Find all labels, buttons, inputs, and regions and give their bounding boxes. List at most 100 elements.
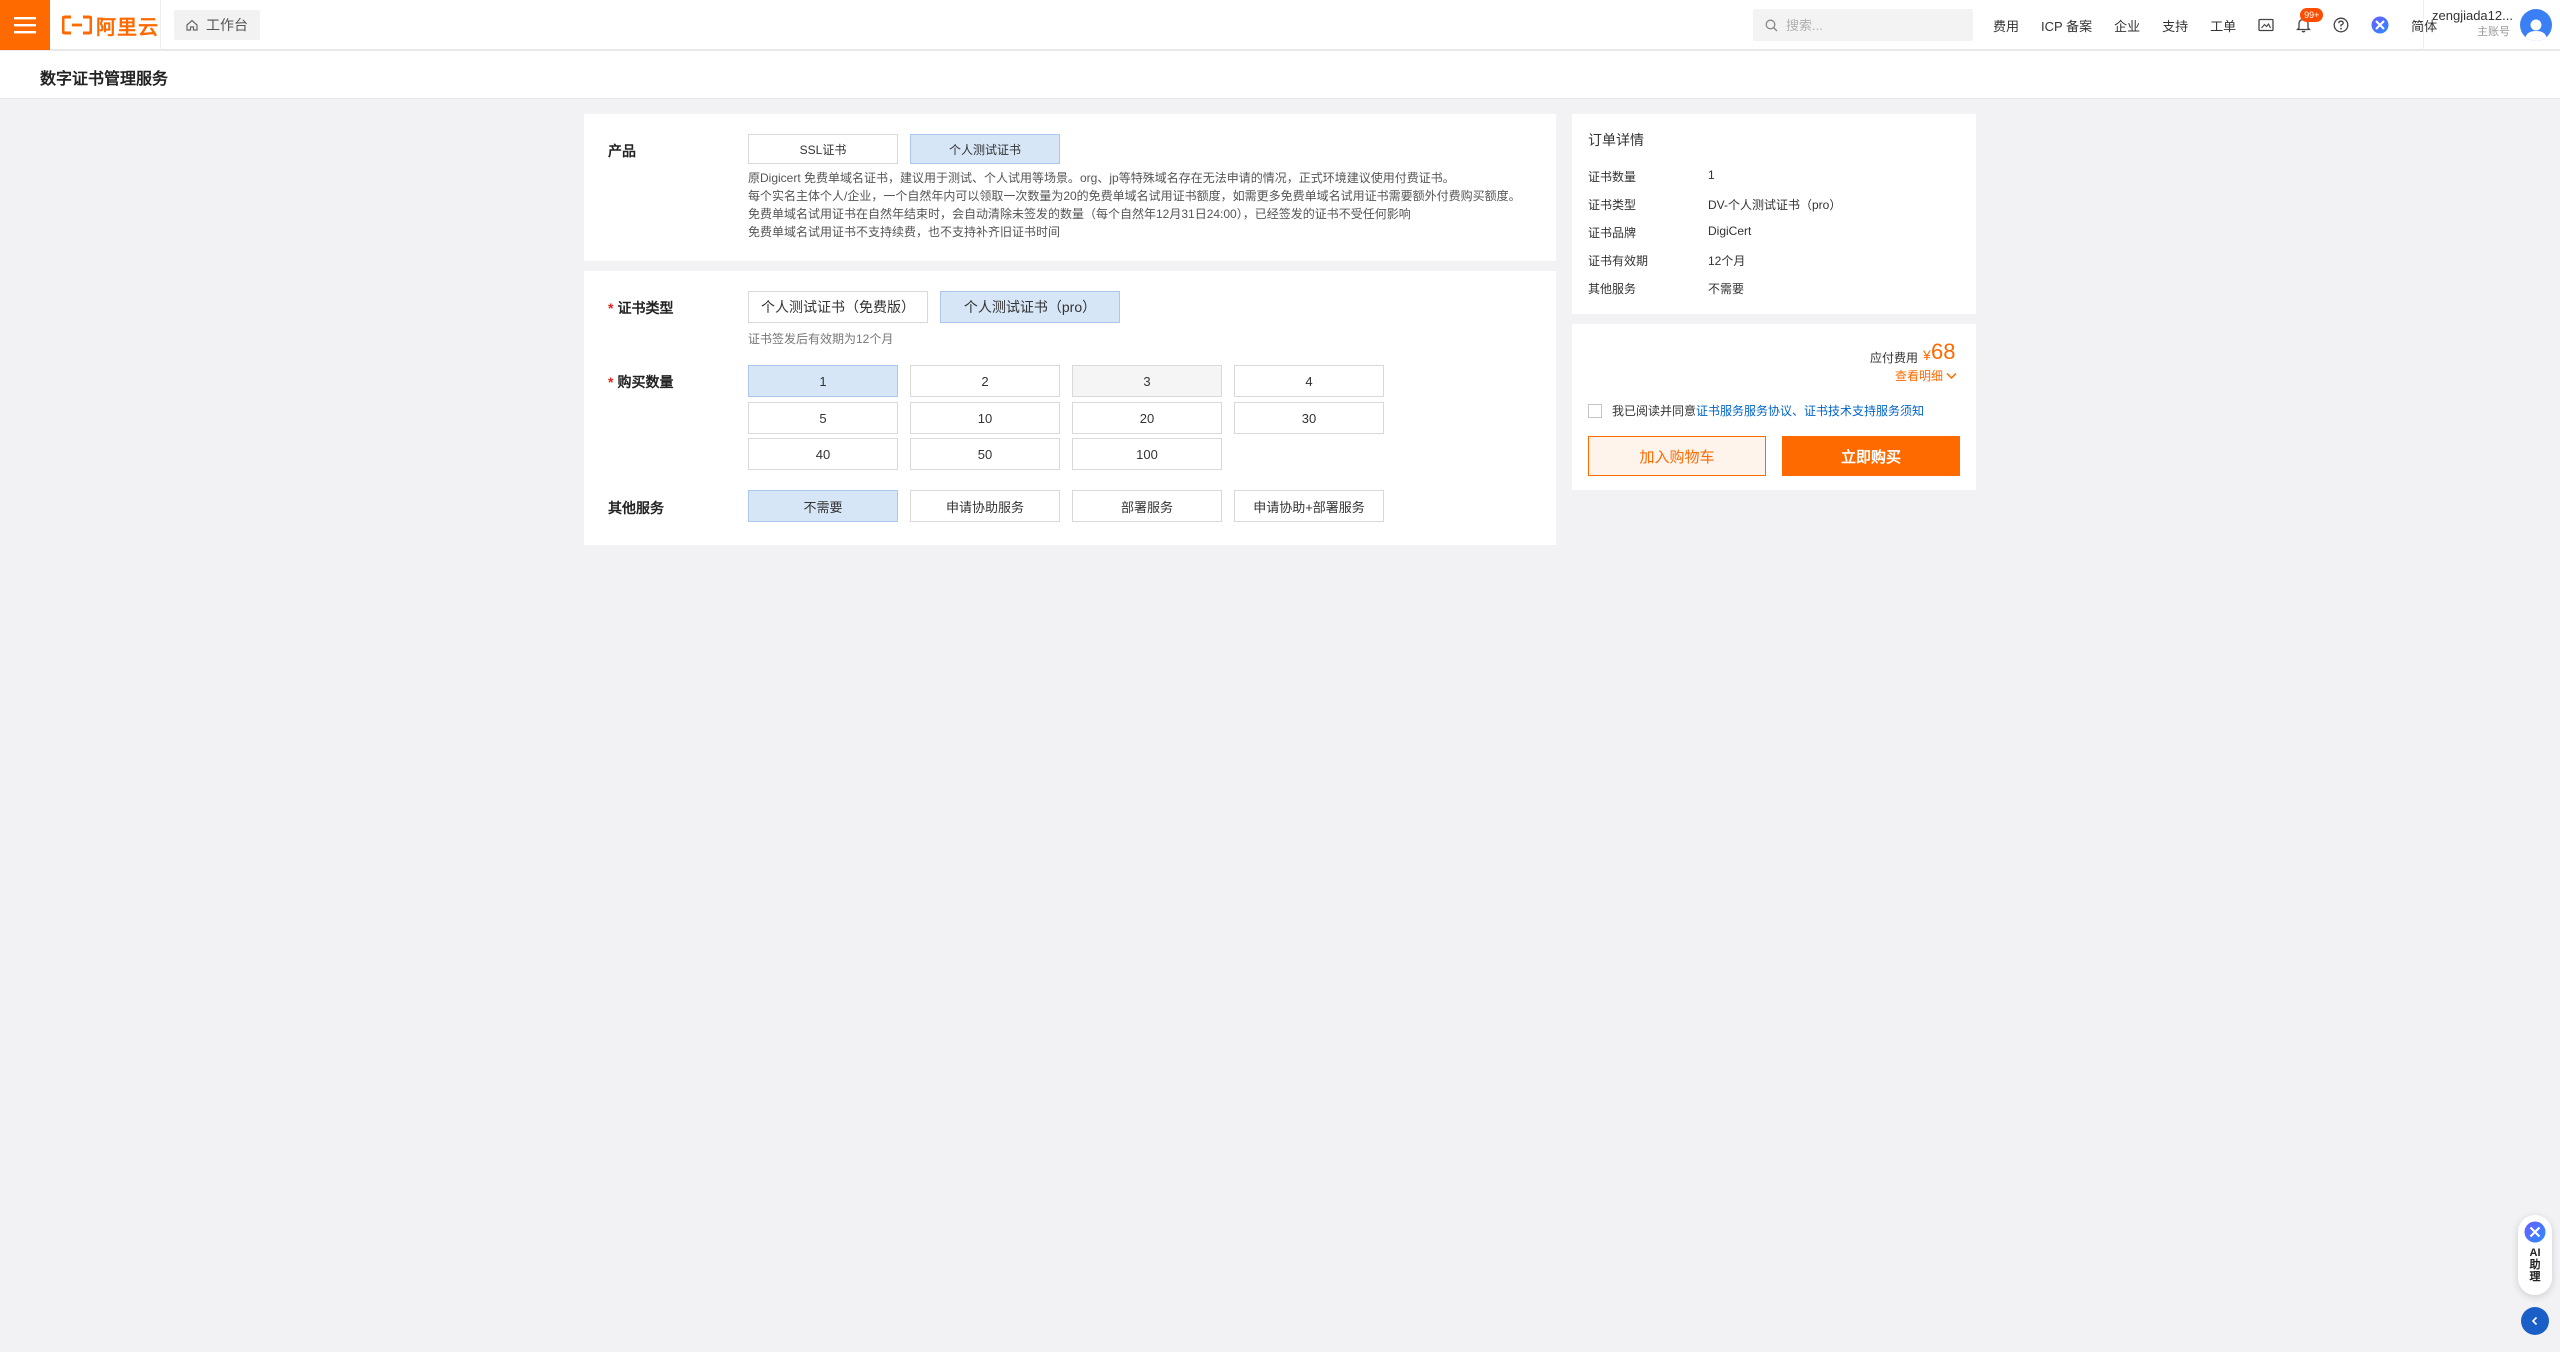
- nav-enterprise[interactable]: 企业: [2114, 16, 2140, 35]
- order-row-key: 证书品牌: [1588, 226, 1637, 240]
- product-option-personal-test[interactable]: 个人测试证书: [910, 134, 1060, 164]
- search-input[interactable]: [1786, 17, 1956, 33]
- order-row: 其他服务 不需要: [1588, 280, 1744, 297]
- service-option-none[interactable]: 不需要: [748, 490, 898, 522]
- quantity-option[interactable]: 30: [1234, 402, 1384, 434]
- page-title: 数字证书管理服务: [40, 71, 169, 88]
- quantity-option[interactable]: 20: [1072, 402, 1222, 434]
- product-description-line: 免费单域名试用证书在自然年结束时，会自动清除未签发的数量（每个自然年12月31日…: [748, 207, 1411, 221]
- order-row: 证书有效期 12个月: [1588, 252, 1745, 269]
- hamburger-icon: [14, 17, 36, 34]
- order-row: 证书品牌 DigiCert: [1588, 224, 1751, 241]
- message-button[interactable]: [2258, 18, 2274, 32]
- top-navigation-bar: 阿里云 工作台 费用 ICP 备案 企业 支持 工单: [0, 0, 2560, 50]
- notification-badge: 99+: [2300, 8, 2324, 22]
- workbench-button[interactable]: 工作台: [174, 10, 260, 40]
- product-label: 产品: [608, 143, 636, 159]
- help-icon: [2333, 17, 2349, 33]
- payment-label: 应付费用: [1870, 351, 1919, 365]
- other-service-label: 其他服务: [608, 500, 664, 516]
- nav-support[interactable]: 支持: [2162, 16, 2188, 35]
- divider: [2423, 0, 2424, 50]
- agreement-checkbox[interactable]: [1588, 403, 1602, 418]
- quantity-option[interactable]: 40: [748, 438, 898, 470]
- quantity-label: * 购买数量: [608, 372, 673, 392]
- quantity-option[interactable]: 5: [748, 402, 898, 434]
- divider: [160, 0, 161, 50]
- help-button[interactable]: [2333, 17, 2349, 33]
- quantity-option[interactable]: 2: [910, 365, 1060, 397]
- product-description-line: 每个实名主体个人/企业，一个自然年内可以领取一次数量为20的免费单域名试用证书额…: [748, 189, 1521, 203]
- workbench-label: 工作台: [206, 17, 248, 33]
- quantity-option[interactable]: 3: [1072, 365, 1222, 397]
- nav-icp[interactable]: ICP 备案: [2041, 16, 2092, 35]
- order-row: 证书类型 DV-个人测试证书（pro）: [1588, 196, 1841, 213]
- user-avatar-icon: [2525, 19, 2547, 41]
- chevron-down-icon: [1946, 372, 1957, 379]
- view-detail-link[interactable]: 查看明细: [1895, 367, 1957, 384]
- product-option-ssl[interactable]: SSL证书: [748, 134, 898, 164]
- order-row-value: DigiCert: [1708, 224, 1752, 238]
- support-notice-link[interactable]: 证书技术支持服务须知: [1804, 402, 1924, 419]
- buy-now-button[interactable]: 立即购买: [1782, 436, 1960, 476]
- service-agreement-link[interactable]: 证书服务服务协议: [1696, 402, 1792, 419]
- required-mark: *: [608, 374, 614, 390]
- quantity-option[interactable]: 100: [1072, 438, 1222, 470]
- aliyun-logo[interactable]: 阿里云: [62, 12, 159, 39]
- quantity-option[interactable]: 1: [748, 365, 898, 397]
- collapse-button[interactable]: [2521, 1307, 2549, 1335]
- logo-text: 阿里云: [96, 16, 159, 39]
- home-icon: [186, 19, 198, 31]
- product-description-line: 免费单域名试用证书不支持续费，也不支持补齐旧证书时间: [748, 225, 1061, 239]
- order-row-key: 证书有效期: [1588, 254, 1649, 268]
- cert-type-option-pro[interactable]: 个人测试证书（pro）: [940, 291, 1120, 323]
- cert-type-label: * 证书类型: [608, 298, 673, 318]
- menu-button[interactable]: [0, 0, 50, 50]
- quantity-option[interactable]: 10: [910, 402, 1060, 434]
- aliyun-logo-icon: [62, 15, 92, 35]
- order-row-key: 证书数量: [1588, 170, 1637, 184]
- ai-copilot-icon: [2371, 16, 2389, 34]
- add-to-cart-button[interactable]: 加入购物车: [1588, 436, 1766, 476]
- message-icon: [2258, 18, 2274, 32]
- order-row-key: 其他服务: [1588, 282, 1637, 296]
- notification-button[interactable]: 99+: [2296, 8, 2324, 33]
- cert-type-option-free[interactable]: 个人测试证书（免费版）: [748, 291, 928, 323]
- quantity-option[interactable]: 4: [1234, 365, 1384, 397]
- cert-type-label-text: 证书类型: [617, 300, 674, 316]
- user-account[interactable]: zengjiada12... 主账号: [2432, 8, 2513, 40]
- order-details-title: 订单详情: [1588, 132, 1644, 148]
- user-name: zengjiada12...: [2432, 8, 2513, 23]
- order-row-value: DV-个人测试证书（pro）: [1708, 198, 1842, 212]
- service-option-deploy[interactable]: 部署服务: [1072, 490, 1222, 522]
- required-mark: *: [608, 300, 614, 316]
- quantity-label-text: 购买数量: [617, 374, 674, 390]
- agreement: 我已阅读并同意 证书服务服务协议 、 证书技术支持服务须知: [1588, 402, 1924, 419]
- global-search[interactable]: [1753, 9, 1973, 41]
- user-role: 主账号: [2477, 26, 2510, 38]
- order-row: 证书数量 1: [1588, 168, 1715, 185]
- chevron-left-icon: [2531, 1316, 2538, 1326]
- product-description-line: 原Digicert 免费单域名证书，建议用于测试、个人试用等场景。org、jp等…: [748, 171, 1455, 185]
- cert-type-hint: 证书签发后有效期为12个月: [748, 332, 894, 346]
- service-option-assist-deploy[interactable]: 申请协助+部署服务: [1234, 490, 1384, 522]
- agreement-separator: 、: [1792, 404, 1805, 418]
- avatar[interactable]: [2520, 9, 2552, 41]
- top-nav-links: 费用 ICP 备案 企业 支持 工单 99+ 简体: [1993, 0, 2459, 50]
- search-icon: [1765, 19, 1778, 31]
- service-option-apply-assist[interactable]: 申请协助服务: [910, 490, 1060, 522]
- ai-copilot-button[interactable]: [2371, 16, 2389, 34]
- quantity-option[interactable]: 50: [910, 438, 1060, 470]
- order-row-value: 1: [1708, 168, 1715, 182]
- nav-ticket[interactable]: 工单: [2210, 16, 2236, 35]
- ai-assistant-button[interactable]: AI助理: [2518, 1215, 2552, 1295]
- view-detail-label: 查看明细: [1895, 369, 1944, 383]
- price-currency: ¥: [1923, 347, 1931, 363]
- ai-assistant-icon: [2524, 1221, 2546, 1243]
- agreement-prefix: 我已阅读并同意: [1612, 404, 1697, 418]
- page-header: 数字证书管理服务: [0, 51, 2560, 99]
- order-row-value: 12个月: [1708, 254, 1746, 268]
- nav-fees[interactable]: 费用: [1993, 16, 2019, 35]
- price-amount: 68: [1931, 339, 1956, 364]
- order-row-value: 不需要: [1708, 282, 1745, 296]
